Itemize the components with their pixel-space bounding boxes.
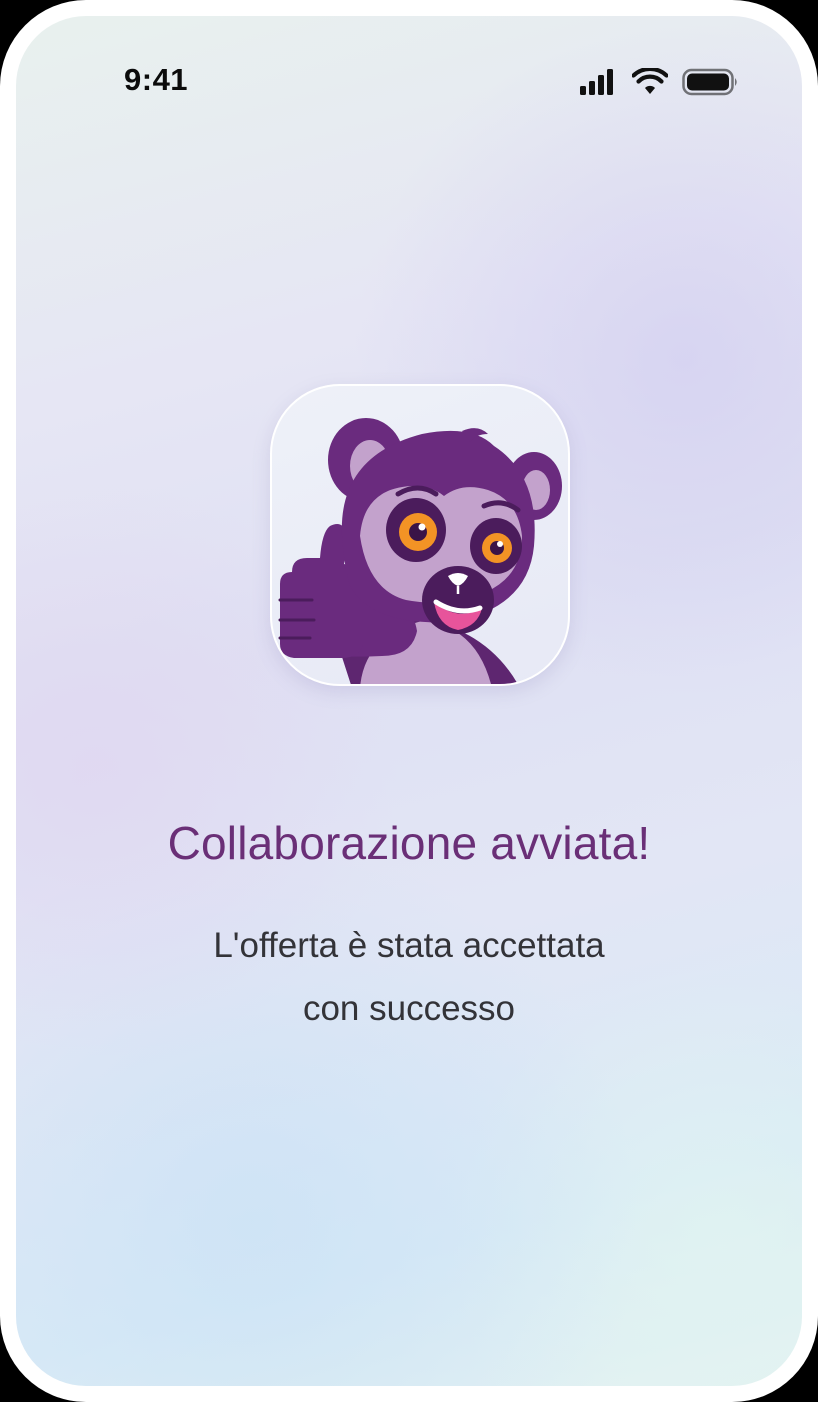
status-bar: 9:41 xyxy=(16,16,802,136)
wifi-icon xyxy=(632,68,668,94)
lemur-mascot-icon[interactable] xyxy=(270,384,570,686)
success-message: L'offerta è stata accettata con successo xyxy=(16,914,802,1040)
screen: 9:41 Collaborazione avviata! L'offerta è… xyxy=(16,16,802,1386)
success-message-line-1: L'offerta è stata accettata xyxy=(213,926,605,965)
battery-icon xyxy=(682,68,737,96)
status-time: 9:41 xyxy=(124,62,189,97)
phone-frame: 9:41 Collaborazione avviata! L'offerta è… xyxy=(0,0,818,1402)
cellular-signal-icon xyxy=(580,69,613,95)
success-message-line-2: con successo xyxy=(302,989,516,1028)
success-title: Collaborazione avviata! xyxy=(167,817,651,869)
status-icons xyxy=(578,68,738,98)
